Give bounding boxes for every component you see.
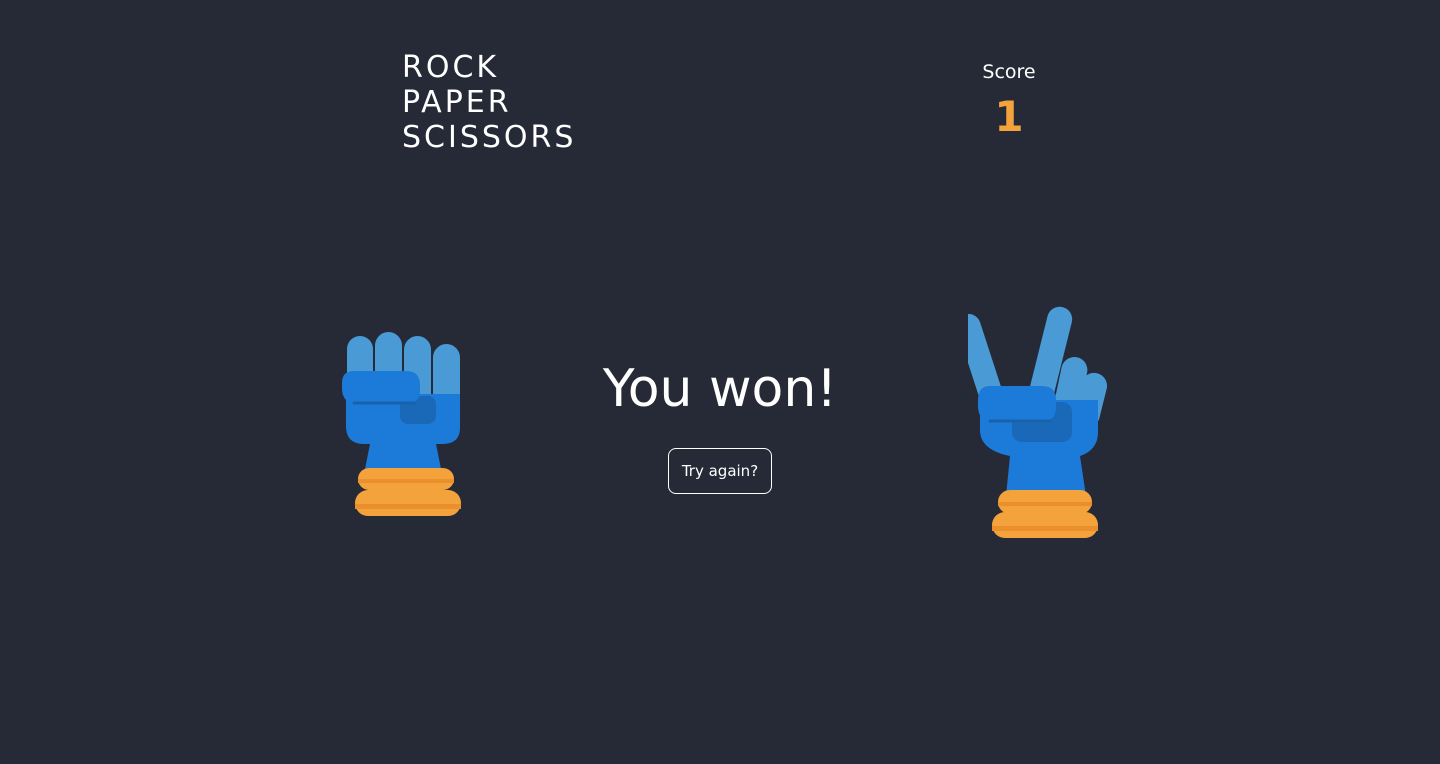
logo-line-paper: PAPER — [402, 85, 512, 120]
player-hand — [336, 328, 466, 520]
rock-fist-icon — [342, 332, 461, 516]
game-logo: ROCK PAPER SCISSORS — [402, 50, 576, 155]
score-panel: Score 1 — [960, 58, 1058, 140]
logo-line-rock: ROCK — [402, 50, 500, 85]
score-value: 1 — [994, 92, 1024, 141]
opponent-hand — [956, 304, 1108, 542]
game-screen: ROCK PAPER SCISSORS Score 1 You won! Try… — [0, 0, 1440, 764]
score-label: Score — [982, 61, 1036, 83]
try-again-button[interactable]: Try again? — [668, 448, 772, 494]
result-panel: You won! — [520, 356, 920, 422]
result-text: You won! — [602, 359, 838, 419]
logo-line-scissors: SCISSORS — [402, 120, 577, 155]
scissors-peace-icon — [956, 306, 1108, 538]
